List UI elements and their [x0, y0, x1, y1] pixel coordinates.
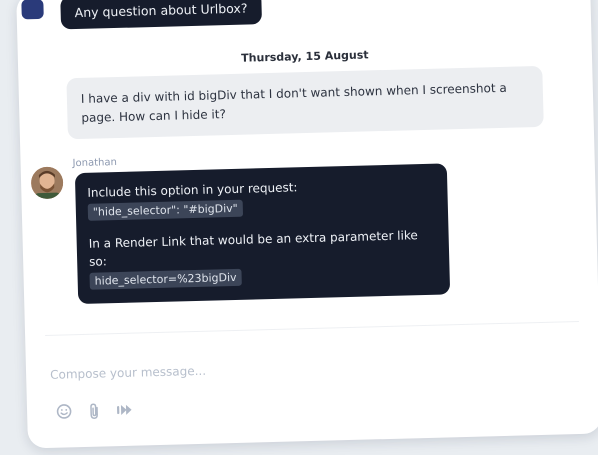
chat-panel: Any question about Urlbox? Thursday, 15 … [16, 0, 598, 449]
attachment-button[interactable] [85, 401, 103, 419]
previous-sender-avatar [21, 0, 44, 20]
stage: Any question about Urlbox? Thursday, 15 … [0, 0, 598, 455]
compose-input[interactable] [49, 355, 411, 385]
avatar-photo-icon [30, 166, 64, 200]
composer-divider [45, 320, 579, 336]
emoji-button[interactable] [55, 402, 73, 420]
code-snippet-json: "hide_selector": "#bigDiv" [87, 199, 243, 221]
composer-toolbar [55, 401, 133, 421]
reply-message-bubble: Include this option in your request: "hi… [74, 163, 451, 305]
send-button[interactable] [115, 401, 133, 419]
incoming-message-bubble: I have a div with id bigDiv that I don't… [66, 65, 544, 140]
emoji-icon [56, 404, 72, 419]
previous-message-text: Any question about Urlbox? [74, 0, 248, 21]
reply-line-2: In a Render Link that would be an extra … [88, 228, 418, 269]
reply-line-1: Include this option in your request: [87, 180, 298, 200]
attachment-icon [90, 402, 98, 419]
send-icon [116, 404, 132, 415]
sender-name: Jonathan [72, 157, 118, 170]
previous-message-bubble: Any question about Urlbox? [60, 0, 262, 30]
jonathan-avatar [30, 166, 64, 200]
incoming-message-text: I have a div with id bigDiv that I don't… [80, 80, 507, 125]
code-snippet-param: hide_selector=%23bigDiv [89, 268, 242, 290]
